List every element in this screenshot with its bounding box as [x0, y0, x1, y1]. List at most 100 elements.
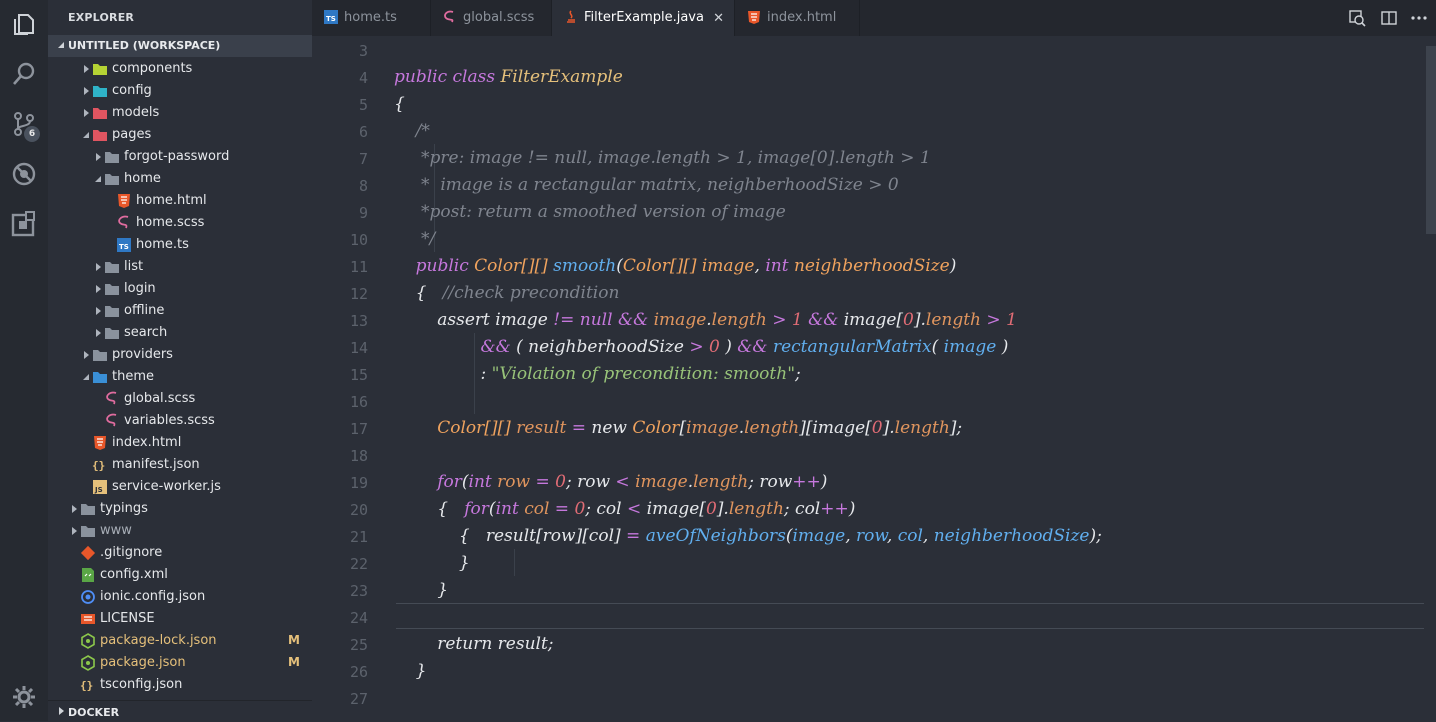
- code-token: ; row: [748, 472, 793, 492]
- tab-filterexample-java[interactable]: FilterExample.java ✕: [552, 0, 735, 36]
- svg-text:TS: TS: [119, 243, 129, 251]
- files-icon[interactable]: [10, 10, 38, 38]
- scrollbar-thumb[interactable]: [1426, 46, 1436, 234]
- folder-icon: [81, 504, 95, 515]
- tree-item-file-ionic-config-json[interactable]: ionic.config.json: [48, 586, 312, 608]
- tree-item-folder-typings[interactable]: typings: [48, 498, 312, 520]
- tree-item-folder-components[interactable]: components: [48, 58, 312, 80]
- code-token: row: [856, 526, 887, 546]
- tree-item-file-service-worker-js[interactable]: JS service-worker.js: [48, 476, 312, 498]
- tree-item-folder-pages[interactable]: pages: [48, 124, 312, 146]
- code-token: ++: [820, 499, 849, 519]
- folder-theme-icon: [93, 372, 107, 383]
- tree-item-folder-www[interactable]: www: [48, 520, 312, 542]
- code-token: (: [785, 526, 793, 546]
- code-token: image[: [838, 310, 904, 330]
- html-file-icon: [94, 436, 106, 450]
- tree-item-folder-theme[interactable]: theme: [48, 366, 312, 388]
- chevron-right-icon: [84, 87, 89, 95]
- search-icon[interactable]: [10, 60, 38, 88]
- code-token: col: [897, 526, 923, 546]
- code-token: //check precondition: [442, 283, 620, 303]
- json-file-icon: {}: [80, 679, 93, 692]
- gear-icon[interactable]: [12, 685, 36, 709]
- tab-index-html[interactable]: index.html: [735, 0, 860, 36]
- docker-section-header[interactable]: DOCKER: [48, 700, 312, 722]
- vertical-scrollbar[interactable]: [1424, 36, 1436, 721]
- tree-item-file-package-json[interactable]: package.json M: [48, 652, 312, 674]
- code-token: *post: return a smoothed version of imag…: [415, 202, 786, 222]
- tree-item-label: package.json: [100, 655, 186, 670]
- code-token: ,: [845, 526, 856, 546]
- code-token: {: [394, 283, 443, 303]
- tree-item-folder-forgot-password[interactable]: forgot-password: [48, 146, 312, 168]
- code-token: image: [635, 472, 688, 492]
- tree-item-file-package-lock-json[interactable]: package-lock.json M: [48, 630, 312, 652]
- debug-icon[interactable]: [10, 160, 38, 188]
- more-actions-icon[interactable]: [1410, 9, 1428, 27]
- tree-item-label: home.scss: [136, 215, 205, 230]
- tree-item-file-tsconfig-json[interactable]: {} tsconfig.json: [48, 674, 312, 696]
- tree-item-label: package-lock.json: [100, 633, 217, 648]
- tree-item-label: service-worker.js: [112, 479, 221, 494]
- tree-item-file-global-scss[interactable]: global.scss: [48, 388, 312, 410]
- line-number: 25: [349, 636, 368, 654]
- code-token: <: [627, 499, 642, 519]
- tree-item-file-home-html[interactable]: home.html: [48, 190, 312, 212]
- tree-item-folder-home[interactable]: home: [48, 168, 312, 190]
- tree-item-label: providers: [112, 347, 173, 362]
- tree-item-folder-config[interactable]: config: [48, 80, 312, 102]
- code-token: length: [744, 418, 800, 438]
- html-file-icon: [748, 11, 760, 24]
- tree-item-label: index.html: [112, 435, 182, 450]
- chevron-down-icon: [58, 42, 64, 48]
- tree-item-file-gitignore[interactable]: .gitignore: [48, 542, 312, 564]
- code-token: { result[row][col]: [394, 526, 627, 546]
- docker-label: DOCKER: [68, 706, 120, 719]
- tree-item-file-index-html[interactable]: index.html: [48, 432, 312, 454]
- tree-item-folder-search[interactable]: search: [48, 322, 312, 344]
- node-file-icon: [81, 655, 95, 671]
- code-editor[interactable]: 3 4 public class FilterExample 5 {6 /* 7 *pre…: [312, 36, 1436, 721]
- open-changes-icon[interactable]: [1348, 9, 1366, 27]
- code-token: );: [1089, 526, 1102, 546]
- chevron-down-icon: [83, 132, 89, 138]
- code-token: result: [516, 418, 567, 438]
- tree-item-label: manifest.json: [112, 457, 200, 472]
- code-line: /*: [394, 121, 430, 141]
- html-file-icon: [118, 194, 130, 208]
- tab-global-scss[interactable]: global.scss: [431, 0, 552, 36]
- code-token: *pre: image != null, image.length > 1, i…: [415, 148, 931, 168]
- code-token: image: [686, 418, 739, 438]
- tree-item-file-manifest-json[interactable]: {} manifest.json: [48, 454, 312, 476]
- code-token: :: [394, 364, 492, 384]
- code-token: */: [415, 229, 436, 249]
- tree-item-folder-list[interactable]: list: [48, 256, 312, 278]
- git-file-icon: [80, 545, 96, 561]
- tree-item-file-home-scss[interactable]: home.scss: [48, 212, 312, 234]
- tree-item-file-license[interactable]: LICENSE: [48, 608, 312, 630]
- code-token: image: [792, 526, 846, 546]
- tree-item-file-variables-scss[interactable]: variables.scss: [48, 410, 312, 432]
- tree-item-folder-offline[interactable]: offline: [48, 300, 312, 322]
- tree-item-folder-login[interactable]: login: [48, 278, 312, 300]
- line-number: 26: [349, 663, 368, 681]
- extensions-icon[interactable]: [10, 210, 38, 238]
- tree-item-file-config-xml[interactable]: config.xml: [48, 564, 312, 586]
- code-line: *post: return a smoothed version of imag…: [394, 202, 786, 222]
- tree-item-folder-models[interactable]: models: [48, 102, 312, 124]
- tree-item-label: tsconfig.json: [100, 677, 183, 692]
- tab-home-ts[interactable]: TS home.ts: [312, 0, 431, 36]
- tree-item-label: models: [112, 105, 160, 120]
- split-editor-icon[interactable]: [1380, 9, 1398, 27]
- workspace-header[interactable]: UNTITLED (WORKSPACE): [48, 35, 312, 57]
- tree-item-folder-providers[interactable]: providers: [48, 344, 312, 366]
- tree-item-file-home-ts[interactable]: TS home.ts: [48, 234, 312, 256]
- chevron-down-icon: [95, 176, 101, 182]
- close-icon[interactable]: ✕: [713, 11, 724, 26]
- modified-badge: M: [288, 655, 300, 669]
- code-token: ,: [886, 526, 898, 546]
- code-token: ( neighberhoodSize: [510, 337, 690, 357]
- code-token: &&: [737, 337, 768, 357]
